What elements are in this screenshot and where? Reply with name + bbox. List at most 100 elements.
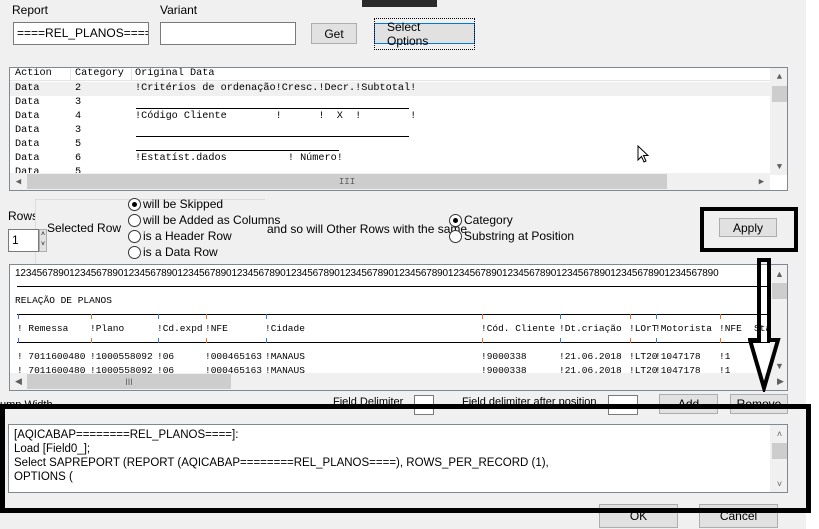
column-separator (656, 314, 657, 319)
grid2-cell: !Cidade (265, 323, 305, 334)
cell-original-data: !Código Cliente ! ! X ! ! (135, 111, 417, 122)
radio-icon[interactable] (128, 198, 141, 211)
radio-label: is a Header Row (143, 229, 232, 243)
scroll-left-icon[interactable]: ◀ (10, 173, 27, 190)
column-separator (560, 314, 561, 319)
grid2-cell: !000465163 (205, 351, 263, 362)
rows-grid[interactable]: Action Category Original Data Data 2 !Crit… (9, 67, 788, 191)
cell-original-data: !Critérios de ordenação!Cresc.!Decr.!Sub… (135, 83, 417, 94)
radio-label: will be Skipped (143, 197, 224, 211)
select-options-button[interactable]: Select Options (374, 17, 475, 50)
cell-action: Data (15, 97, 40, 108)
column-separator (266, 338, 267, 343)
grid2-cell: !06 (157, 351, 175, 362)
grid2-cell: !NFE (719, 323, 742, 334)
radio-icon[interactable] (449, 214, 462, 227)
cell-original-data: !Estatíst.dados ! Número! (135, 153, 343, 164)
column-separator (630, 314, 631, 319)
report-preview-grid[interactable]: 1234567890123456789012345678901234567890… (9, 264, 788, 391)
cell-category: 3 (75, 125, 82, 136)
rows-spinner[interactable]: ˄ ˅ (39, 229, 47, 252)
cell-category: 3 (75, 97, 82, 108)
column-separator (656, 338, 657, 343)
grid2-cell: !LOrT (629, 323, 658, 334)
grid-row[interactable]: Data 6 !Estatíst.dados ! Número! (10, 152, 770, 166)
radio-icon[interactable] (128, 246, 141, 259)
column-separator (560, 338, 561, 343)
cell-category: 6 (75, 153, 82, 164)
scroll-up-icon[interactable]: ▲ (771, 68, 787, 85)
grid2-horizontal-scrollbar[interactable]: ◀ III ▶ (10, 373, 787, 390)
mouse-cursor-icon (637, 145, 650, 163)
grid2-cell: !Cd.expd (157, 323, 203, 334)
grid2-cell: !1047178 (655, 351, 701, 362)
grid2-cell: !LT20 (629, 351, 658, 362)
report-title: RELAÇÃO DE PLANOS (15, 295, 112, 306)
grid2-header-row[interactable]: ! Remessa !Plano !Cd.expd !NFE !Cidade !Cód. … (10, 323, 771, 336)
down-arrow-annotation (748, 258, 781, 392)
grid-row[interactable]: Data 5 (10, 138, 770, 152)
grid1-vertical-scrollbar[interactable]: ▲ ▼ (770, 68, 787, 175)
scroll-left-icon[interactable]: ◀ (10, 373, 27, 390)
radio-label: will be Added as Columns (143, 213, 281, 227)
column-separator (91, 338, 92, 343)
grid2-cell: !1000558092 (90, 351, 153, 362)
cell-action: Data (15, 153, 40, 164)
scroll-right-icon[interactable]: ▶ (753, 173, 770, 190)
grid2-cell: !Cód. Cliente (481, 323, 556, 334)
radio-icon[interactable] (128, 230, 141, 243)
grid2-cell: !9000338 (481, 351, 527, 362)
grid2-cell: !MANAUS (265, 351, 305, 362)
cell-action: Data (15, 83, 40, 94)
selected-row-label: Selected Row (47, 221, 122, 235)
column-separator (482, 314, 483, 319)
column-separator (18, 338, 19, 343)
report-input[interactable]: ====REL_PLANOS==== (13, 22, 149, 45)
column-separator (158, 338, 159, 343)
cell-action: Data (15, 139, 40, 150)
scroll-down-icon[interactable]: ▼ (771, 158, 787, 175)
grid2-cell: ! Remessa (17, 323, 69, 334)
grid2-cell: !Plano (90, 323, 125, 334)
column-separator (720, 338, 721, 343)
column-ruler: 1234567890123456789012345678901234567890… (15, 268, 719, 279)
grid1-horizontal-scrollbar[interactable]: ◀ III ▶ (10, 173, 770, 190)
spin-up-icon[interactable]: ˄ (40, 230, 46, 240)
grid2-row[interactable]: ! 7011600480 !1000558092 !06 !000465163 !MAN… (10, 351, 770, 364)
grid-row[interactable]: Data 2 !Critérios de ordenação!Cresc.!Decr… (10, 82, 770, 96)
grid2-cell: !NFE (205, 323, 228, 334)
spin-down-icon[interactable]: ˅ (40, 240, 46, 250)
report-label: Report (12, 3, 49, 17)
column-header-action[interactable]: Action (15, 68, 52, 79)
radio-label: is a Data Row (143, 245, 218, 259)
highlight-box (0, 404, 811, 513)
radio-label: Substring at Position (464, 229, 575, 243)
get-button[interactable]: Get (311, 23, 357, 44)
grid2-cell: ! 7011600480 (17, 351, 86, 362)
column-header-original-data[interactable]: Original Data (135, 68, 214, 79)
column-separator (482, 338, 483, 343)
grid2-cell: !Motorista (655, 323, 713, 334)
grid2-cell: !1 (719, 351, 731, 362)
highlight-box (700, 207, 798, 252)
cell-category: 2 (75, 83, 82, 94)
title-fragment (362, 0, 437, 7)
rows-per-record-input[interactable]: 1 (8, 229, 39, 252)
radio-label: Category (464, 213, 513, 227)
variant-input[interactable] (160, 22, 296, 45)
column-separator (206, 338, 207, 343)
same-label: and so will Other Rows with the same (267, 222, 468, 236)
grid2-cell: !21.06.2018 (559, 351, 622, 362)
grid-row[interactable]: Data 4 !Código Cliente ! ! X ! ! (10, 110, 770, 124)
radio-icon[interactable] (128, 214, 141, 227)
column-separator (630, 338, 631, 343)
radio-icon[interactable] (449, 230, 462, 243)
column-separator (266, 314, 267, 319)
cell-action: Data (15, 111, 40, 122)
variant-label: Variant (160, 3, 198, 17)
column-header-category[interactable]: Category (75, 68, 124, 79)
grid2-cell: !Dt.criação (559, 323, 622, 334)
cell-category: 4 (75, 111, 82, 122)
cell-category: 5 (75, 139, 82, 150)
grid-header: Action Category Original Data (10, 68, 770, 81)
